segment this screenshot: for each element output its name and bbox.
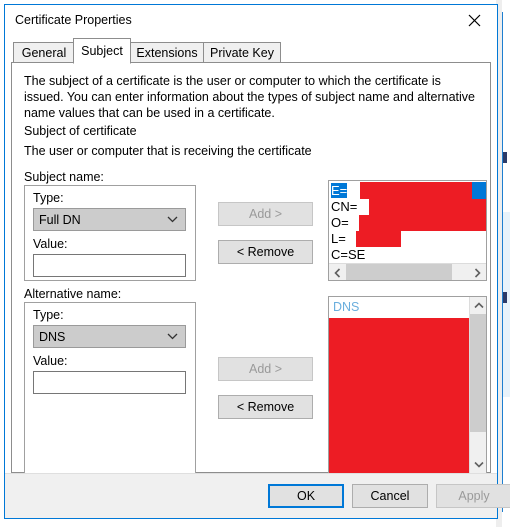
alternative-name-type-value: DNS [39,329,66,344]
alternative-name-list-header: DNS [333,300,360,314]
tab-description: The subject of a certificate is the user… [24,74,475,120]
scroll-left-icon[interactable] [329,264,346,280]
subject-name-value-input[interactable] [33,254,186,277]
certificate-properties-dialog: Certificate Properties General Subject E… [4,4,510,519]
dialog-footer: OK Cancel Apply [5,473,510,518]
alternative-name-vscroll-thumb[interactable] [470,314,486,432]
alternative-name-vscrollbar[interactable] [469,297,486,473]
list-item[interactable]: E= [331,183,348,199]
subject-name-hscroll-thumb[interactable] [346,264,452,280]
ok-button[interactable]: OK [268,484,344,508]
scroll-down-icon[interactable] [470,456,486,473]
redaction-block-3 [356,231,401,247]
subject-tab-panel: The subject of a certificate is the user… [11,62,491,474]
subject-dn-key-1: CN= [331,199,358,214]
background-panel [503,212,510,397]
scroll-up-icon[interactable] [470,297,486,314]
subject-name-value-label: Value: [33,237,68,251]
chevron-down-icon [167,326,178,347]
screenshot-root: Certificate Properties General Subject E… [0,0,510,527]
subject-name-type-value: Full DN [39,212,81,227]
subject-name-type-select[interactable]: Full DN [33,208,186,231]
alternative-name-value-label: Value: [33,354,68,368]
alternative-name-remove-button[interactable]: < Remove [218,395,313,419]
background-tick-upper [503,152,507,163]
subject-dn-key-4: C=SE [331,247,366,262]
background-tick-lower [503,292,507,303]
apply-button[interactable]: Apply [436,484,510,508]
subject-dn-key-3: L= [331,231,346,246]
tab-private-key[interactable]: Private Key [203,42,281,63]
tab-general[interactable]: General [13,42,75,63]
list-item[interactable]: CN= [331,199,357,215]
selection-highlight-0 [472,182,486,199]
window-title: Certificate Properties [15,13,132,27]
subject-name-type-label: Type: [33,191,64,205]
cancel-button[interactable]: Cancel [352,484,428,508]
alternative-name-group-label: Alternative name: [24,287,122,301]
subject-name-group-label: Subject name: [24,170,104,184]
subject-of-certificate-heading: Subject of certificate [24,124,137,138]
subject-name-listbox[interactable]: E= CN= O= L= C=SE [328,180,487,281]
alternative-name-type-label: Type: [33,308,64,322]
subject-name-remove-button[interactable]: < Remove [218,240,313,264]
scroll-right-icon[interactable] [469,264,486,280]
tab-subject[interactable]: Subject [73,38,131,64]
redaction-block-alt [329,318,470,473]
subject-dn-key-2: O= [331,215,349,230]
subject-name-add-button[interactable]: Add > [218,202,313,226]
list-item[interactable]: C=SE [331,247,365,263]
alternative-name-add-button[interactable]: Add > [218,357,313,381]
subject-name-hscrollbar[interactable] [329,263,486,280]
subject-dn-key-0: E= [331,183,348,198]
redaction-block-1 [369,199,486,215]
tab-extensions[interactable]: Extensions [129,42,205,63]
alternative-name-type-select[interactable]: DNS [33,325,186,348]
chevron-down-icon [167,209,178,230]
title-bar: Certificate Properties [5,5,497,37]
tab-strip: General Subject Extensions Private Key [5,37,497,64]
alternative-name-listbox[interactable]: DNS [328,296,487,474]
list-item[interactable]: L= [331,231,346,247]
redaction-block-2 [359,215,486,231]
close-icon[interactable] [452,5,497,35]
alternative-name-value-input[interactable] [33,371,186,394]
list-item[interactable]: O= [331,215,349,231]
subject-of-certificate-subtext: The user or computer that is receiving t… [24,144,312,158]
redaction-block-0 [360,182,472,199]
